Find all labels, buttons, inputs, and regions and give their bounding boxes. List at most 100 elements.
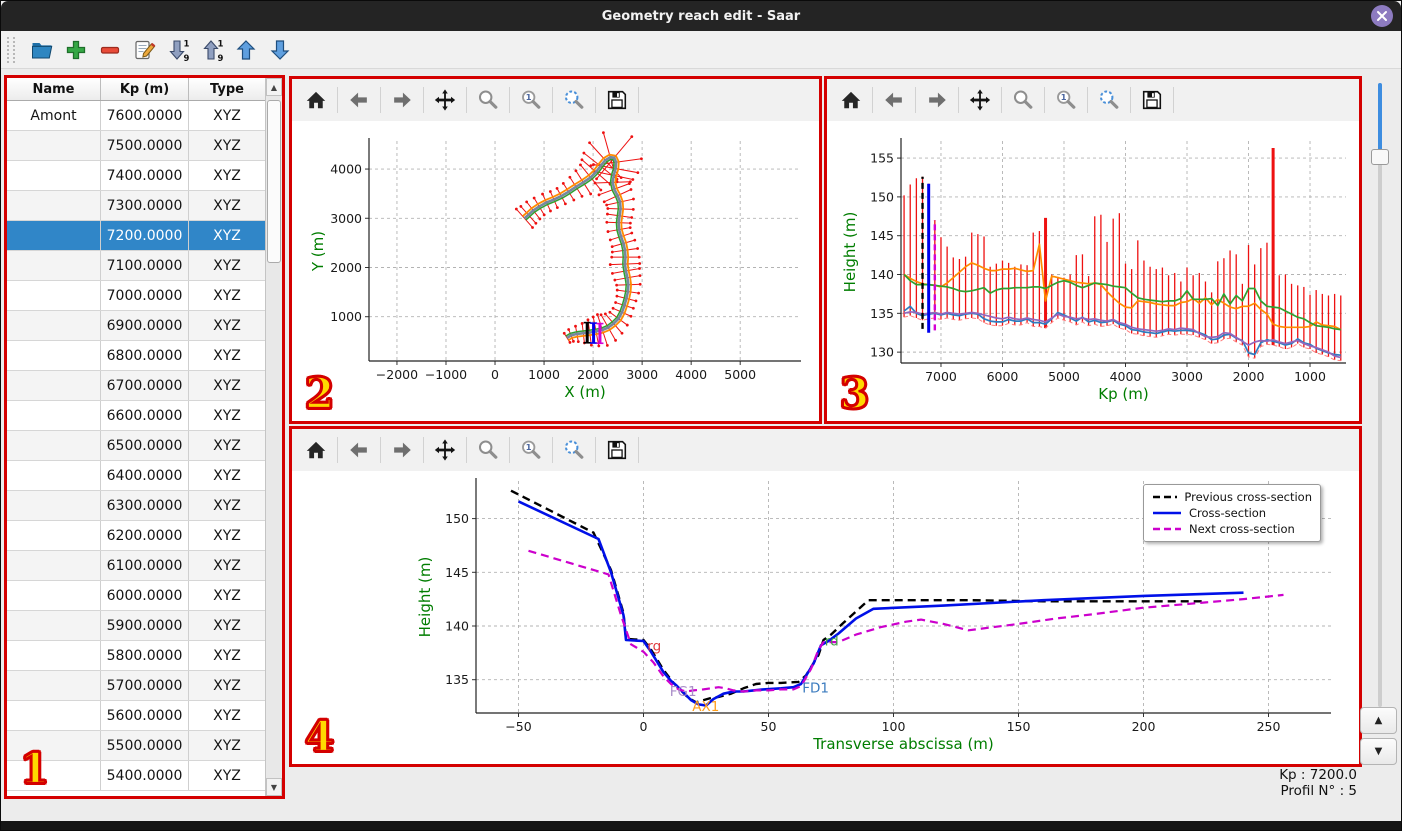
table-row[interactable]: 5500.0000 XYZ: [7, 731, 265, 761]
pan-button[interactable]: [429, 84, 461, 116]
table-row[interactable]: 6700.0000 XYZ: [7, 371, 265, 401]
zoom-button[interactable]: [472, 84, 504, 116]
remove-cross-section-icon: [100, 46, 120, 54]
panel-cross-section-plot: 1 −50 0 50 100 150 200 250 135 140 145 150 Transver…: [289, 426, 1362, 767]
pan-icon: [434, 439, 456, 461]
svg-text:rg: rg: [647, 639, 661, 655]
home-icon: [841, 91, 861, 109]
svg-text:Height (m): Height (m): [416, 557, 434, 638]
toolbar-separator: [1130, 87, 1131, 113]
back-button[interactable]: [343, 434, 375, 466]
zoom-one-button[interactable]: 1: [515, 84, 547, 116]
vertical-slider-thumb[interactable]: [1371, 149, 1389, 165]
table-scrollbar[interactable]: ▲ ▼: [265, 78, 282, 796]
table-row[interactable]: Amont 7600.0000 XYZ: [7, 101, 265, 131]
pan-icon: [969, 89, 991, 111]
home-button[interactable]: [300, 434, 332, 466]
cross-section-table: Name Kp (m) Type Amont 7600.0000 XYZ 7500.0…: [7, 78, 282, 796]
scrollbar-thumb[interactable]: [267, 100, 281, 263]
table-row[interactable]: 5700.0000 XYZ: [7, 671, 265, 701]
scroll-down-icon[interactable]: ▼: [266, 778, 282, 796]
svg-text:1: 1: [526, 442, 532, 452]
zoom-button[interactable]: [472, 434, 504, 466]
table-row[interactable]: 7100.0000 XYZ: [7, 251, 265, 281]
svg-text:7000: 7000: [925, 369, 957, 384]
save-button[interactable]: [601, 84, 633, 116]
save-icon: [607, 90, 627, 110]
table-row[interactable]: 7400.0000 XYZ: [7, 161, 265, 191]
table-row[interactable]: 5400.0000 XYZ: [7, 761, 265, 791]
zoom-one-icon: 1: [522, 440, 541, 459]
forward-button[interactable]: [921, 84, 953, 116]
column-header-kp[interactable]: Kp (m): [101, 78, 189, 100]
legend-entry: Previous cross-section: [1152, 489, 1312, 505]
column-header-name[interactable]: Name: [7, 78, 101, 100]
save-button[interactable]: [601, 434, 633, 466]
close-button[interactable]: [1371, 5, 1393, 27]
zoom-marked-button[interactable]: [558, 434, 590, 466]
pan-button[interactable]: [429, 434, 461, 466]
add-cross-section-icon: [66, 40, 86, 59]
edit-cross-section-button[interactable]: [128, 35, 160, 65]
add-cross-section-button[interactable]: [60, 35, 92, 65]
profile-down-button[interactable]: ▼: [1360, 738, 1397, 765]
column-header-type[interactable]: Type: [189, 78, 265, 100]
table-row[interactable]: 6100.0000 XYZ: [7, 551, 265, 581]
table-row[interactable]: 6300.0000 XYZ: [7, 491, 265, 521]
sort-ascending-icon: 19: [203, 39, 224, 62]
toolbar-grip[interactable]: [7, 36, 15, 63]
table-row[interactable]: 5600.0000 XYZ: [7, 701, 265, 731]
table-row[interactable]: 6500.0000 XYZ: [7, 431, 265, 461]
open-folder-icon: [32, 42, 53, 58]
svg-text:3000: 3000: [330, 211, 362, 226]
zoom-marked-button[interactable]: [558, 84, 590, 116]
table-row[interactable]: 7200.0000 XYZ: [7, 221, 265, 251]
move-up-button[interactable]: [230, 35, 262, 65]
back-button[interactable]: [343, 84, 375, 116]
svg-text:4000: 4000: [1110, 369, 1142, 384]
pan-button[interactable]: [964, 84, 996, 116]
svg-text:2000: 2000: [577, 367, 609, 382]
app-window: Geometry reach edit - Saar 1919 Name Kp …: [0, 0, 1402, 831]
sort-ascending-button[interactable]: 19: [196, 35, 228, 65]
zoom-one-button[interactable]: 1: [515, 434, 547, 466]
window-bottom-edge: [1, 821, 1401, 830]
table-row[interactable]: 6000.0000 XYZ: [7, 581, 265, 611]
table-row[interactable]: 7300.0000 XYZ: [7, 191, 265, 221]
toolbar-separator: [638, 437, 639, 463]
longitudinal-profile-plot[interactable]: 7000 6000 5000 4000 3000 2000 1000 130 135 140 145…: [827, 121, 1359, 421]
move-down-icon: [270, 39, 290, 60]
back-icon: [885, 92, 902, 108]
save-button[interactable]: [1136, 84, 1168, 116]
table-row[interactable]: 6900.0000 XYZ: [7, 311, 265, 341]
svg-text:1: 1: [218, 39, 224, 49]
table-row[interactable]: 6200.0000 XYZ: [7, 521, 265, 551]
svg-text:1: 1: [1061, 92, 1067, 102]
back-button[interactable]: [878, 84, 910, 116]
open-folder-button[interactable]: [26, 35, 58, 65]
table-row[interactable]: 7000.0000 XYZ: [7, 281, 265, 311]
zoom-marked-button[interactable]: [1093, 84, 1125, 116]
table-row[interactable]: 5900.0000 XYZ: [7, 611, 265, 641]
plan-plot[interactable]: −2000 −1000 0 1000 2000 3000 4000 5000 1000 2000 3…: [292, 121, 819, 421]
table-row[interactable]: 7500.0000 XYZ: [7, 131, 265, 161]
svg-text:FD1: FD1: [802, 681, 829, 697]
forward-button[interactable]: [386, 434, 418, 466]
home-button[interactable]: [835, 84, 867, 116]
table-row[interactable]: 6800.0000 XYZ: [7, 341, 265, 371]
forward-button[interactable]: [386, 84, 418, 116]
move-down-button[interactable]: [264, 35, 296, 65]
svg-text:150: 150: [1007, 719, 1031, 734]
zoom-one-button[interactable]: 1: [1050, 84, 1082, 116]
svg-text:1000: 1000: [528, 367, 560, 382]
sort-descending-button[interactable]: 19: [162, 35, 194, 65]
remove-cross-section-button[interactable]: [94, 35, 126, 65]
vertical-slider-track[interactable]: [1378, 83, 1382, 707]
scroll-up-icon[interactable]: ▲: [266, 78, 282, 96]
home-button[interactable]: [300, 84, 332, 116]
zoom-button[interactable]: [1007, 84, 1039, 116]
table-row[interactable]: 6400.0000 XYZ: [7, 461, 265, 491]
table-row[interactable]: 5800.0000 XYZ: [7, 641, 265, 671]
table-row[interactable]: 6600.0000 XYZ: [7, 401, 265, 431]
profile-up-button[interactable]: ▲: [1360, 707, 1397, 734]
